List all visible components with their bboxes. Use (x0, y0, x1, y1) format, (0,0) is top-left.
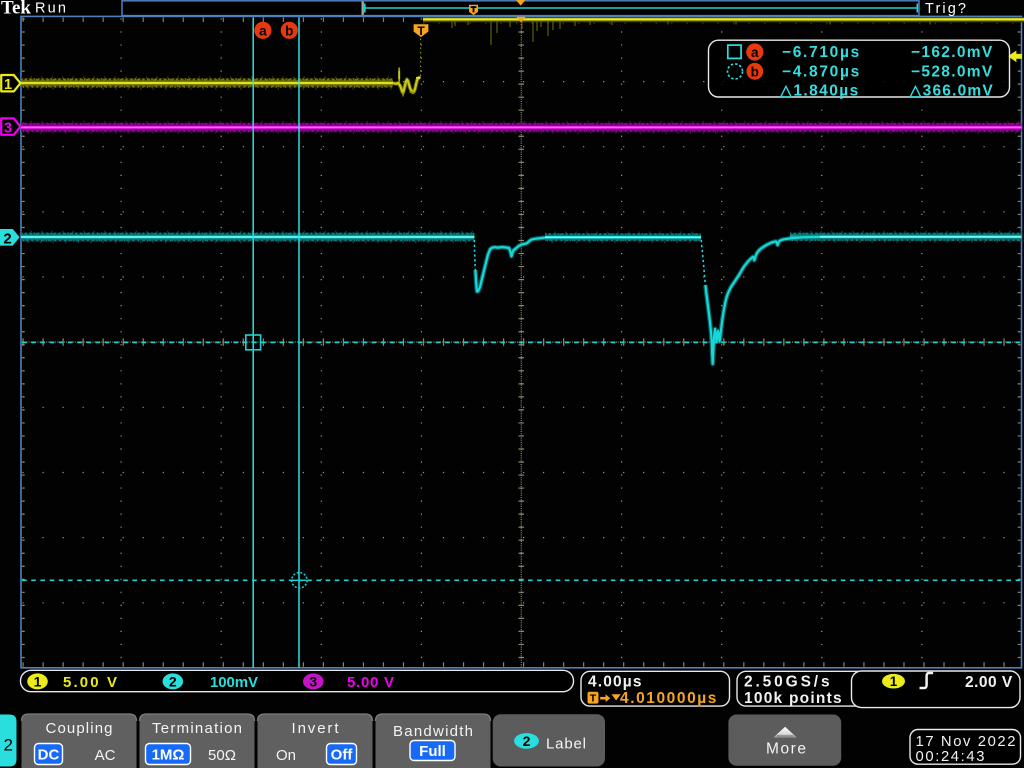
svg-text:5.00 V: 5.00 V (63, 674, 118, 691)
svg-text:2.00 V: 2.00 V (965, 674, 1013, 691)
svg-text:AC: AC (95, 747, 116, 764)
svg-text:△1.840µs: △1.840µs (779, 82, 859, 99)
svg-text:3: 3 (309, 674, 317, 690)
svg-text:On: On (276, 747, 296, 764)
svg-text:−162.0mV: −162.0mV (911, 44, 993, 61)
svg-text:a: a (751, 45, 759, 60)
svg-text:Termination: Termination (152, 720, 242, 737)
svg-text:Run: Run (35, 1, 66, 17)
svg-text:5.00 V: 5.00 V (347, 674, 395, 691)
svg-text:2: 2 (169, 674, 177, 690)
svg-text:△366.0mV: △366.0mV (909, 82, 994, 99)
svg-text:1MΩ: 1MΩ (152, 747, 185, 764)
svg-text:−6.710µs: −6.710µs (782, 44, 860, 61)
svg-text:T: T (417, 24, 425, 38)
svg-text:More: More (766, 741, 806, 758)
svg-text:2: 2 (3, 736, 12, 755)
svg-text:2.50GS/s: 2.50GS/s (744, 674, 830, 691)
svg-text:00:24:43: 00:24:43 (916, 749, 985, 765)
svg-text:a: a (259, 23, 267, 38)
svg-text:−528.0mV: −528.0mV (911, 64, 993, 81)
svg-text:1: 1 (890, 674, 898, 689)
svg-text:Tek: Tek (1, 0, 31, 19)
svg-text:50Ω: 50Ω (208, 747, 236, 764)
svg-text:DC: DC (38, 747, 60, 764)
svg-text:Bandwidth: Bandwidth (393, 723, 473, 740)
svg-text:−4.870µs: −4.870µs (782, 64, 860, 81)
svg-text:1: 1 (34, 674, 42, 690)
svg-text:T: T (590, 693, 597, 705)
svg-text:Full: Full (419, 743, 446, 760)
svg-text:100mV: 100mV (210, 674, 259, 691)
svg-text:Coupling: Coupling (46, 720, 113, 737)
svg-text:b: b (285, 23, 293, 38)
svg-text:b: b (751, 64, 759, 79)
svg-text:17 Nov 2022: 17 Nov 2022 (916, 734, 1016, 750)
svg-text:Trig?: Trig? (925, 1, 966, 17)
svg-text:100k points: 100k points (744, 690, 842, 707)
svg-text:2: 2 (523, 733, 531, 749)
svg-text:Label: Label (546, 736, 586, 753)
svg-text:3: 3 (4, 120, 12, 136)
svg-text:4.010000µs: 4.010000µs (620, 690, 717, 707)
svg-text:4.00µs: 4.00µs (588, 674, 642, 691)
svg-text:1: 1 (4, 77, 12, 93)
svg-text:Off: Off (331, 747, 354, 764)
svg-text:2: 2 (3, 230, 11, 247)
